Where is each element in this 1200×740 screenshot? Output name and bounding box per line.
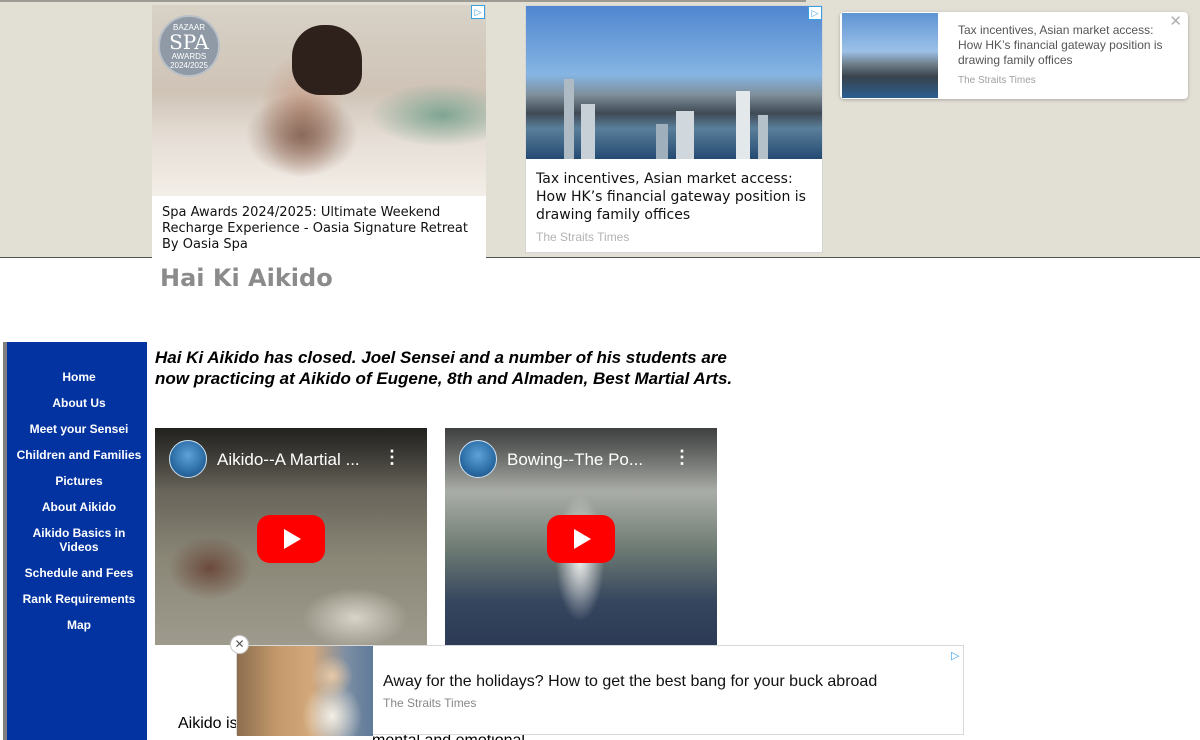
ad-image-hk-small[interactable] [842, 13, 938, 98]
play-button-icon[interactable] [257, 515, 325, 563]
sidebar-item-rank-requirements[interactable]: Rank Requirements [11, 592, 147, 606]
adchoices-icon[interactable]: ▷ [951, 649, 959, 662]
top-ad-banner: BAZAAR SPA AWARDS 2024/2025 ▷ Spa Awards… [0, 0, 1200, 258]
site-title: Hai Ki Aikido [160, 264, 333, 292]
body-text: Aikido is [178, 715, 238, 732]
video-title[interactable]: Bowing--The Po... [507, 450, 667, 470]
top-divider [0, 0, 806, 2]
adchoices-icon[interactable]: ▷ [808, 6, 822, 20]
badge-bot: AWARDS [171, 52, 207, 61]
video-embed-martial[interactable]: Aikido--A Martial ... ⋮ [155, 428, 427, 645]
closure-notice: Hai Ki Aikido has closed. Joel Sensei an… [155, 348, 733, 388]
badge-mid: SPA [169, 30, 209, 54]
ad-caption-hk-small[interactable]: Tax incentives, Asian market access: How… [958, 23, 1173, 68]
ad-source-hk: The Straits Times [536, 230, 630, 244]
ad-card-hk[interactable]: ▷ Tax incentives, Asian market access: H… [525, 5, 823, 253]
ad-image-hk-skyline[interactable] [526, 6, 822, 159]
skyline-tower [736, 91, 750, 159]
anchor-ad-source: The Straits Times [383, 696, 477, 710]
skyline-tower [581, 104, 595, 159]
sidebar-item-children-families[interactable]: Children and Families [11, 448, 147, 462]
more-vert-icon[interactable]: ⋮ [383, 448, 401, 466]
ad-card-hk-small[interactable]: ▷ Tax incentives, Asian market access: H… [840, 12, 1188, 99]
sidebar-item-meet-sensei[interactable]: Meet your Sensei [11, 422, 147, 436]
play-button-icon[interactable] [547, 515, 615, 563]
anchor-ad-caption[interactable]: Away for the holidays? How to get the be… [383, 673, 877, 691]
skyline-tower [564, 79, 574, 159]
sidebar-item-home[interactable]: Home [11, 370, 147, 384]
anchor-ad[interactable]: Away for the holidays? How to get the be… [236, 645, 964, 736]
ad-source-hk-small: The Straits Times [958, 75, 1036, 86]
spa-awards-badge: BAZAAR SPA AWARDS 2024/2025 [158, 15, 220, 77]
close-icon[interactable]: ✕ [230, 635, 249, 654]
close-icon[interactable]: ✕ [1169, 12, 1182, 30]
channel-avatar[interactable] [169, 440, 207, 478]
video-title[interactable]: Aikido--A Martial ... [217, 450, 377, 470]
skyline-tower [758, 115, 768, 159]
badge-year: 2024/2025 [170, 61, 208, 70]
video-embed-bowing[interactable]: Bowing--The Po... ⋮ [445, 428, 717, 645]
skyline-tower [676, 111, 694, 159]
sidebar-item-about-us[interactable]: About Us [11, 396, 147, 410]
ad-card-spa[interactable]: BAZAAR SPA AWARDS 2024/2025 ▷ Spa Awards… [152, 5, 486, 258]
sidebar-nav: Home About Us Meet your Sensei Children … [3, 342, 147, 740]
sidebar-item-pictures[interactable]: Pictures [11, 474, 147, 488]
sidebar-item-map[interactable]: Map [11, 618, 147, 632]
ad-image-hair [292, 25, 362, 95]
sidebar-item-aikido-basics-videos[interactable]: Aikido Basics in Videos [11, 526, 147, 554]
sidebar-item-about-aikido[interactable]: About Aikido [11, 500, 147, 514]
more-vert-icon[interactable]: ⋮ [673, 448, 691, 466]
ad-image-spa[interactable]: BAZAAR SPA AWARDS 2024/2025 [152, 5, 486, 196]
skyline-tower [656, 124, 668, 159]
ad-image-market[interactable] [237, 646, 373, 736]
ad-caption-spa[interactable]: Spa Awards 2024/2025: Ultimate Weekend R… [162, 205, 480, 253]
ad-caption-hk[interactable]: Tax incentives, Asian market access: How… [536, 170, 816, 224]
channel-avatar[interactable] [459, 440, 497, 478]
sidebar-item-schedule-fees[interactable]: Schedule and Fees [11, 566, 147, 580]
adchoices-icon[interactable]: ▷ [471, 5, 485, 19]
